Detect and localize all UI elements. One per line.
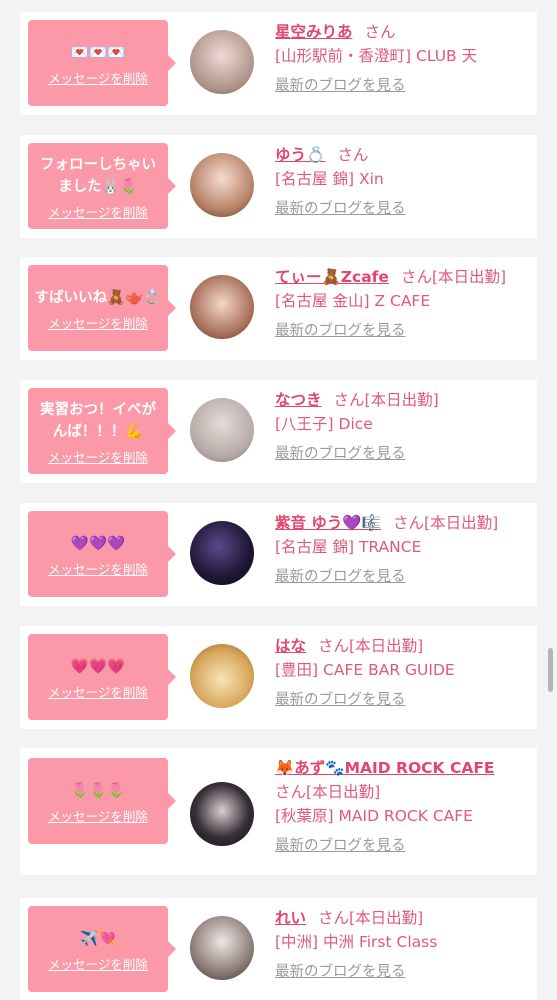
honorific: さん bbox=[337, 146, 369, 164]
message-text: 💗💗💗 bbox=[70, 658, 126, 675]
shop-label: [山形駅前・香澄町] CLUB 天 bbox=[275, 47, 478, 65]
blog-link[interactable]: 最新のブログを見る bbox=[275, 442, 529, 466]
status-label: [本日出勤] bbox=[431, 268, 507, 286]
message-card: すばいいね🧸🫖💍 メッセージを削除 てぃー🧸Zcafe さん[本日出勤] [名古屋… bbox=[20, 257, 537, 360]
message-bubble: 💌💌💌 メッセージを削除 bbox=[28, 20, 176, 106]
user-name-link[interactable]: 紫音 ゆう💜🎼 bbox=[275, 514, 381, 532]
honorific: さん bbox=[275, 783, 307, 801]
delete-message-link[interactable]: メッセージを削除 bbox=[48, 682, 148, 701]
message-text: 実習おつ！イベがんば！！！💪 bbox=[40, 401, 156, 440]
scrollbar[interactable] bbox=[548, 648, 553, 692]
shop-label: [秋葉原] MAID ROCK CAFE bbox=[275, 807, 473, 825]
avatar[interactable] bbox=[190, 30, 254, 94]
shop-label: [名古屋 錦] TRANCE bbox=[275, 538, 422, 556]
message-card: ✈️💘 メッセージを削除 れい さん[本日出勤] [中洲] 中洲 First Cl… bbox=[20, 898, 537, 1000]
avatar[interactable] bbox=[190, 398, 254, 462]
message-bubble: すばいいね🧸🫖💍 メッセージを削除 bbox=[28, 265, 176, 351]
delete-message-link[interactable]: メッセージを削除 bbox=[48, 68, 148, 87]
avatar[interactable] bbox=[190, 153, 254, 217]
user-name-link[interactable]: なつき bbox=[275, 391, 322, 409]
blog-link[interactable]: 最新のブログを見る bbox=[275, 319, 529, 343]
user-name-link[interactable]: 🦊あず🐾MAID ROCK CAFE bbox=[275, 759, 495, 777]
message-bubble: ✈️💘 メッセージを削除 bbox=[28, 906, 176, 992]
honorific: さん bbox=[318, 909, 350, 927]
blog-link[interactable]: 最新のブログを見る bbox=[275, 960, 529, 984]
blog-link[interactable]: 最新のブログを見る bbox=[275, 688, 529, 712]
message-card: フォローしちゃいました🐰🌷 メッセージを削除 ゆう💍 さん [名古屋 錦] Xin… bbox=[20, 135, 537, 238]
status-label: [本日出勤] bbox=[349, 909, 424, 927]
honorific: さん bbox=[333, 391, 365, 409]
message-text: すばいいね🧸🫖💍 bbox=[34, 289, 162, 306]
shop-label: [豊田] CAFE BAR GUIDE bbox=[275, 661, 455, 679]
user-name-link[interactable]: ゆう💍 bbox=[275, 146, 325, 164]
honorific: さん bbox=[318, 637, 350, 655]
message-card: 🌷🌷🌷 メッセージを削除 🦊あず🐾MAID ROCK CAFE さん[本日出勤]… bbox=[20, 748, 537, 875]
delete-message-link[interactable]: メッセージを削除 bbox=[48, 559, 148, 578]
shop-label: [名古屋 金山] Z CAFE bbox=[275, 292, 431, 310]
blog-link[interactable]: 最新のブログを見る bbox=[275, 834, 529, 858]
user-name-link[interactable]: れい bbox=[275, 909, 306, 927]
message-card: 実習おつ！イベがんば！！！💪 メッセージを削除 なつき さん[本日出勤] [八王子… bbox=[20, 380, 537, 483]
message-card: 💗💗💗 メッセージを削除 はな さん[本日出勤] [豊田] CAFE BAR GU… bbox=[20, 626, 537, 729]
message-text: 💜💜💜 bbox=[70, 535, 126, 552]
message-text: フォローしちゃいました🐰🌷 bbox=[40, 156, 156, 195]
shop-label: [八王子] Dice bbox=[275, 415, 373, 433]
honorific: さん bbox=[393, 514, 425, 532]
status-label: [本日出勤] bbox=[424, 514, 499, 532]
message-bubble: 実習おつ！イベがんば！！！💪 メッセージを削除 bbox=[28, 388, 176, 474]
delete-message-link[interactable]: メッセージを削除 bbox=[48, 202, 148, 221]
message-bubble: フォローしちゃいました🐰🌷 メッセージを削除 bbox=[28, 143, 176, 229]
user-name-link[interactable]: てぃー🧸Zcafe bbox=[275, 268, 389, 286]
status-label: [本日出勤] bbox=[306, 783, 381, 801]
avatar[interactable] bbox=[190, 782, 254, 846]
avatar[interactable] bbox=[190, 644, 254, 708]
delete-message-link[interactable]: メッセージを削除 bbox=[48, 313, 148, 332]
status-label: [本日出勤] bbox=[349, 637, 424, 655]
blog-link[interactable]: 最新のブログを見る bbox=[275, 197, 529, 221]
message-card: 💌💌💌 メッセージを削除 星空みりあ さん [山形駅前・香澄町] CLUB 天 最… bbox=[20, 12, 537, 115]
shop-label: [名古屋 錦] Xin bbox=[275, 170, 384, 188]
message-text: ✈️💘 bbox=[79, 930, 117, 947]
message-card: 💜💜💜 メッセージを削除 紫音 ゆう💜🎼 さん[本日出勤] [名古屋 錦] TRA… bbox=[20, 503, 537, 606]
avatar[interactable] bbox=[190, 521, 254, 585]
delete-message-link[interactable]: メッセージを削除 bbox=[48, 447, 148, 466]
honorific: さん bbox=[364, 23, 396, 41]
delete-message-link[interactable]: メッセージを削除 bbox=[48, 954, 148, 973]
shop-label: [中洲] 中洲 First Class bbox=[275, 933, 438, 951]
message-bubble: 💜💜💜 メッセージを削除 bbox=[28, 511, 176, 597]
message-text: 🌷🌷🌷 bbox=[70, 782, 126, 799]
delete-message-link[interactable]: メッセージを削除 bbox=[48, 806, 148, 825]
status-label: [本日出勤] bbox=[364, 391, 439, 409]
user-name-link[interactable]: 星空みりあ bbox=[275, 23, 353, 41]
blog-link[interactable]: 最新のブログを見る bbox=[275, 565, 529, 589]
blog-link[interactable]: 最新のブログを見る bbox=[275, 74, 529, 98]
user-name-link[interactable]: はな bbox=[275, 637, 306, 655]
message-bubble: 🌷🌷🌷 メッセージを削除 bbox=[28, 758, 176, 844]
message-bubble: 💗💗💗 メッセージを削除 bbox=[28, 634, 176, 720]
avatar[interactable] bbox=[190, 275, 254, 339]
avatar[interactable] bbox=[190, 916, 254, 980]
honorific: さん bbox=[400, 268, 432, 286]
message-text: 💌💌💌 bbox=[70, 44, 126, 61]
